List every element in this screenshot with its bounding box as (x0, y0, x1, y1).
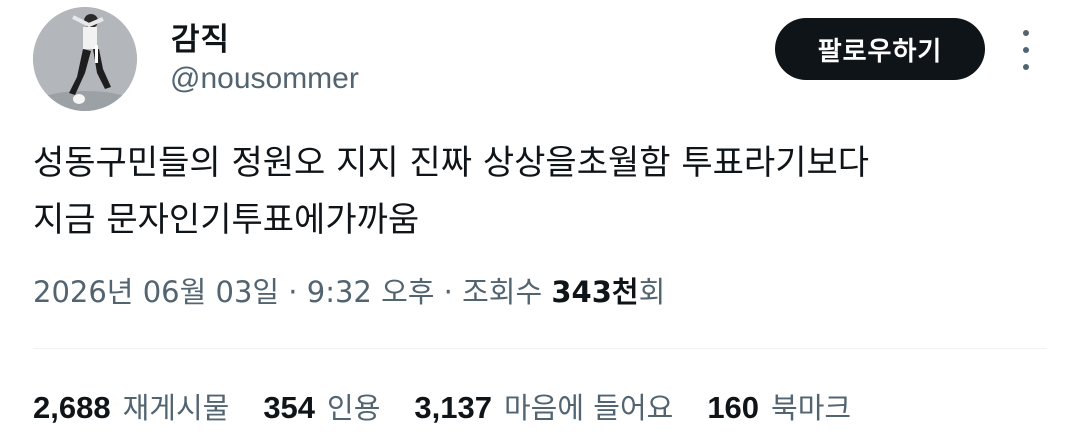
stat-label: 인용 (327, 391, 381, 425)
stat-count: 2,688 (33, 390, 111, 425)
tweet-text: 성동구민들의 정원오 지지 진짜 상상을초월함 투표라기보다 지금 문자인기투표… (33, 143, 870, 240)
user-handle[interactable]: @nousommer (170, 62, 359, 96)
more-dot (1023, 64, 1029, 70)
stat-likes[interactable]: 3,137 마음에 들어요 (414, 385, 673, 427)
stat-label: 재게시물 (122, 391, 230, 425)
avatar[interactable] (33, 7, 137, 111)
views-count: 343천 (551, 275, 639, 309)
stat-quotes[interactable]: 354 인용 (263, 385, 380, 427)
stat-reposts[interactable]: 2,688 재게시물 (33, 385, 229, 427)
tweet-date[interactable]: 2026년 06월 03일 (33, 275, 279, 309)
tweet-meta: 2026년 06월 03일 · 9:32 오후 · 조회수 343천회 (33, 269, 665, 311)
more-vertical-icon[interactable] (1016, 30, 1036, 70)
stat-count: 354 (263, 390, 316, 425)
follow-button[interactable]: 팔로우하기 (775, 18, 985, 80)
meta-separator: · (279, 275, 307, 309)
stat-label: 북마크 (771, 391, 852, 425)
engagement-stats: 2,688 재게시물 354 인용 3,137 마음에 들어요 160 북마크 (33, 385, 885, 427)
avatar-image (33, 7, 137, 111)
views-unit: 회 (638, 275, 666, 309)
meta-separator: · (434, 275, 463, 309)
display-name[interactable]: 감직 (171, 14, 230, 59)
divider (33, 348, 1047, 349)
more-dot (1023, 30, 1029, 36)
stat-count: 160 (707, 390, 760, 425)
views-label: 조회수 (462, 275, 543, 309)
more-dot (1023, 47, 1029, 53)
tweet-time[interactable]: 9:32 오후 (307, 275, 435, 309)
stat-bookmarks[interactable]: 160 북마크 (707, 385, 851, 427)
stat-count: 3,137 (414, 390, 492, 425)
stat-label: 마음에 들어요 (504, 391, 674, 425)
